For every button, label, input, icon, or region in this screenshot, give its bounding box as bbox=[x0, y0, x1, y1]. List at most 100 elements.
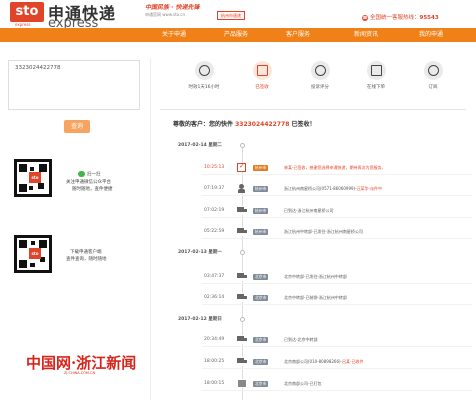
row-divider bbox=[202, 174, 472, 175]
nav-about[interactable]: 关于申通 bbox=[143, 28, 205, 42]
row-divider bbox=[202, 304, 472, 305]
nav-my-sto[interactable]: 我的申通 bbox=[400, 28, 462, 42]
truck-icon bbox=[236, 293, 248, 302]
phone-icon: ☎ bbox=[362, 15, 368, 21]
site-header: sto express 申通快递 express 中国民族 · 快递先锋 申通官… bbox=[0, 0, 476, 30]
step-subscribe[interactable]: 订阅 bbox=[411, 61, 455, 90]
signed-box-icon bbox=[252, 61, 272, 80]
event-description: 林某-已签收，感谢您选择申通快递，期待再次为您服务。 bbox=[284, 165, 386, 170]
truck-icon bbox=[236, 206, 248, 215]
main-nav: 关于申通 产品服务 客户服务 新闻资讯 我的申通 bbox=[0, 28, 476, 42]
event-time: 03:47:37 bbox=[204, 274, 225, 279]
row-divider bbox=[202, 217, 472, 218]
wechat-qr-code: sto bbox=[14, 159, 52, 197]
row-divider bbox=[202, 195, 472, 196]
event-description: 北京南部公司-已打包 bbox=[284, 381, 322, 386]
event-description: 北京南部公司(010-80898266)-吕某-已收件 bbox=[284, 359, 364, 364]
greeting-prefix: 尊敬的客户：您的快件 bbox=[173, 121, 234, 128]
rating-icon bbox=[310, 61, 330, 80]
nav-news[interactable]: 新闻资讯 bbox=[335, 28, 397, 42]
city-badge: 杭州市 bbox=[253, 228, 269, 235]
row-divider bbox=[202, 368, 472, 369]
timeline-date: 2017-02-12 星期日 bbox=[178, 317, 222, 322]
timeline-date-dot bbox=[240, 250, 245, 255]
event-description: 浙江杭州南星桥公司(0571-86060999)-汪某华-派件中 bbox=[284, 186, 382, 191]
event-time: 07:19:37 bbox=[204, 186, 225, 191]
courier-status[interactable]: 汪某华-派件中 bbox=[357, 186, 382, 191]
event-time: 02:36:14 bbox=[204, 295, 225, 300]
step-duration[interactable]: 时效1天16小时 bbox=[182, 61, 226, 90]
step-rating[interactable]: 投诉评分 bbox=[298, 61, 342, 90]
qr2-line1: 下载申通客户端 bbox=[70, 250, 102, 255]
wechat-qr-block: sto 扫一扫 关注申通微信公众平台 随时随地，查件便捷 bbox=[8, 157, 138, 221]
clock-icon bbox=[194, 61, 214, 80]
box-icon bbox=[236, 379, 248, 388]
event-description: 已到达-北京中转部 bbox=[284, 337, 318, 342]
app-qr-code: sto bbox=[14, 235, 52, 273]
timeline-date-dot bbox=[240, 143, 245, 148]
hotline-number: 95543 bbox=[419, 15, 439, 21]
person-icon bbox=[236, 184, 248, 193]
truck-icon bbox=[236, 335, 248, 344]
rss-icon bbox=[423, 61, 443, 80]
event-time: 18:00:25 bbox=[204, 359, 225, 364]
truck-icon bbox=[236, 272, 248, 281]
sto-badge: sto bbox=[29, 248, 41, 259]
tracking-number-input[interactable]: 3323024422778 bbox=[8, 60, 140, 110]
left-panel: 3323024422778 查询 bbox=[8, 60, 148, 133]
city-badge: 北京市 bbox=[253, 336, 269, 343]
status-steps: 时效1天16小时 已签收 投诉评分 在线下单 订阅 bbox=[178, 61, 458, 101]
wechat-icon bbox=[78, 171, 85, 177]
step-signed[interactable]: 已签收 bbox=[240, 61, 284, 90]
slogan: 中国民族 · 快递先锋 bbox=[145, 4, 200, 11]
step-order[interactable]: 在线下单 bbox=[354, 61, 398, 90]
watermark-sub: ZJ.CHINA.COM.CN bbox=[64, 371, 96, 375]
nav-products[interactable]: 产品服务 bbox=[205, 28, 267, 42]
timeline-date-dot bbox=[240, 317, 245, 322]
sto-badge: sto bbox=[29, 172, 41, 183]
hotline: ☎ 全国统一客服热线：95543 bbox=[362, 13, 439, 21]
section-divider bbox=[160, 109, 466, 110]
query-button[interactable]: 查询 bbox=[64, 120, 90, 133]
timeline-date: 2017-02-14 星期二 bbox=[178, 143, 222, 148]
event-description: 北京中转部-已发往-浙江杭州中转部 bbox=[284, 274, 347, 279]
city-badge: 北京市 bbox=[253, 294, 269, 301]
qr2-line2: 查件查询，随时随地 bbox=[66, 257, 107, 262]
city-badge: 北京市 bbox=[253, 358, 269, 365]
greeting: 尊敬的客户：您的快件 3323024422778 已签收！ bbox=[173, 119, 316, 128]
region-box[interactable]: 杭州市速递 bbox=[217, 11, 245, 20]
city-badge: 北京市 bbox=[253, 380, 269, 387]
slogan-sub: 申通官网 www.sto.cn bbox=[145, 12, 186, 17]
city-badge: 杭州市 bbox=[253, 207, 269, 214]
row-divider bbox=[202, 390, 472, 391]
watermark-logo: 中国网·浙江新闻 bbox=[26, 354, 137, 372]
signed-icon bbox=[237, 162, 246, 172]
app-qr-text: 下载申通客户端 查件查询，随时随地 bbox=[66, 249, 107, 263]
wechat-qr-text: 扫一扫 关注申通微信公众平台 随时随地，查件便捷 bbox=[66, 171, 113, 193]
greeting-suffix: 已签收！ bbox=[291, 121, 316, 128]
logo-subtext: express bbox=[15, 22, 31, 27]
sto-logo[interactable]: sto bbox=[10, 2, 44, 22]
truck-icon bbox=[236, 227, 248, 236]
city-badge: 北京市 bbox=[253, 273, 269, 280]
event-time: 18:00:15 bbox=[204, 381, 225, 386]
courier-status[interactable]: 吕某-已收件 bbox=[342, 359, 363, 364]
app-qr-block: sto 下载申通客户端 查件查询，随时随地 bbox=[8, 233, 138, 297]
qr1-line1: 扫一扫 bbox=[87, 172, 101, 178]
qr1-line2: 关注申通微信公众平台 bbox=[66, 179, 111, 185]
truck-icon bbox=[236, 357, 248, 366]
event-time: 05:22:59 bbox=[204, 229, 225, 234]
row-divider bbox=[202, 238, 472, 239]
row-divider bbox=[202, 346, 472, 347]
event-time: 07:02:19 bbox=[204, 208, 225, 213]
city-badge: 杭州市 bbox=[253, 164, 269, 171]
hotline-label: 全国统一客服热线： bbox=[370, 15, 420, 21]
event-description: 已到达-浙江杭州南星桥公司 bbox=[284, 208, 334, 213]
order-icon bbox=[366, 61, 386, 80]
nav-customer-service[interactable]: 客户服务 bbox=[267, 28, 329, 42]
city-badge: 杭州市 bbox=[253, 185, 269, 192]
event-time: 20:34:49 bbox=[204, 337, 225, 342]
greeting-number: 3323024422778 bbox=[235, 121, 290, 128]
event-time: 10:25:13 bbox=[204, 165, 225, 170]
timeline-date: 2017-02-13 星期一 bbox=[178, 250, 222, 255]
